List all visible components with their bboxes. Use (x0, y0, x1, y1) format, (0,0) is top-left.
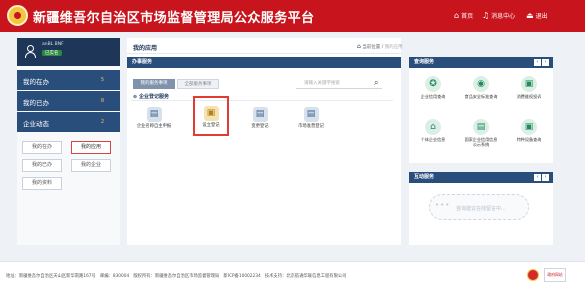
footer-copyright: 版权所有：新疆维吾尔自治区市场监督管理局 (133, 274, 220, 279)
market-license-icon: ▤ (303, 107, 319, 122)
tab-all-services[interactable]: 全部服务事项 (177, 79, 219, 89)
message-center-label: 消息中心 (491, 13, 516, 20)
service-name-declaration[interactable]: ▤ 企业名称自主申报 (136, 104, 172, 144)
query-label: 企业信用查询 (420, 94, 446, 99)
party-emblem-icon[interactable] (527, 269, 539, 281)
breadcrumb-home[interactable]: 当前位置 (362, 45, 380, 50)
breadcrumb-current: 我的应用 (384, 45, 403, 50)
individual-business-icon: ⌂ (425, 119, 441, 135)
national-credit-icon: ▤ (473, 119, 489, 135)
stat-label: 我的已办 (23, 99, 49, 107)
interactive-panel: 互动服务 ‹ › ••• 咨询建议在线留言中... (409, 172, 553, 245)
panel-title: 查询服务 (409, 57, 553, 68)
credit-query-icon: ✪ (425, 76, 441, 92)
verified-badge: 已实名 (42, 50, 62, 56)
main-content: 我的应用 办事服务 我的服务事项 全部服务事项 请输入关键字搜索 ⌕ ⊖ 企业登… (127, 38, 401, 245)
logout-link[interactable]: ⏏ 退出 (526, 11, 548, 20)
footer-support: 技术支持：北京航通华联信息工程有限公司 (264, 274, 347, 279)
name-declaration-icon: ▤ (146, 107, 162, 122)
query-item[interactable]: ▤ 国家企业信用信息公示系统 (464, 119, 498, 155)
stat-label: 企业动态 (23, 120, 49, 128)
query-item[interactable]: ▣ 消费维权投诉 (512, 76, 546, 112)
logout-label: 退出 (535, 13, 548, 20)
breadcrumb-separator: / (381, 45, 384, 50)
bell-icon: ♫ (482, 10, 490, 20)
query-label: 国家企业信用信息公示系统 (464, 137, 498, 147)
group-divider (131, 100, 393, 101)
breadcrumb: ⌂ 当前位置 / 我的应用 (357, 43, 403, 50)
service-label: 企业名称自主申报 (136, 124, 172, 129)
home-icon: ⌂ (454, 10, 460, 20)
panel-pager: ‹ › (534, 59, 549, 66)
footer-address: 地址：新疆维吾尔自治区天山区新华南路167号 (6, 274, 96, 279)
my-completed-button[interactable]: 我的已办 (22, 159, 62, 172)
next-arrow-icon[interactable]: › (542, 59, 549, 66)
service-label: 设立登记 (202, 123, 220, 128)
chat-icon: ••• (435, 201, 451, 209)
special-equipment-icon: ▣ (521, 119, 537, 135)
footer-text: 地址：新疆维吾尔自治区天山区新华南路167号 邮编：830004 版权所有：新疆… (6, 273, 346, 279)
footer-icp[interactable]: 新ICP备10002234 (223, 274, 260, 279)
group-title: ⊖ 企业登记服务 (133, 93, 169, 100)
my-enterprise-button[interactable]: 我的企业 (71, 159, 111, 172)
user-profile: anBL BNF 已实名 (17, 38, 120, 66)
panel-pager: ‹ › (534, 174, 549, 181)
logout-icon: ⏏ (526, 10, 534, 20)
query-item[interactable]: ▣ 特种设备查询 (512, 119, 546, 155)
emblem-icon (7, 5, 28, 26)
stat-label: 我的在办 (23, 78, 49, 86)
stat-count: 2 (100, 119, 104, 125)
service-label: 变更登记 (251, 124, 269, 129)
stat-completed[interactable]: 我的已办 8 (17, 91, 120, 111)
service-label: 市场准营登记 (298, 124, 324, 129)
food-safety-icon: ◉ (473, 76, 489, 92)
stat-in-progress[interactable]: 我的在办 5 (17, 70, 120, 90)
stat-count: 5 (100, 77, 104, 83)
search-icon[interactable]: ⌕ (374, 78, 384, 88)
site-title: 新疆维吾尔自治区市场监督管理局公众服务平台 (33, 11, 315, 26)
stat-count: 8 (100, 98, 104, 104)
top-header: 新疆维吾尔自治区市场监督管理局公众服务平台 ⌂ 首页 ♫ 消息中心 ⏏ 退出 (0, 0, 585, 32)
query-item[interactable]: ✪ 企业信用查询 (416, 76, 450, 112)
service-establishment[interactable]: ▣ 设立登记 (193, 96, 229, 136)
change-registration-icon: ▤ (252, 107, 268, 122)
footer: 地址：新疆维吾尔自治区天山区新华南路167号 邮编：830004 版权所有：新疆… (0, 261, 585, 289)
stat-enterprise-news[interactable]: 企业动态 2 (17, 112, 120, 132)
prev-arrow-icon[interactable]: ‹ (534, 59, 541, 66)
home-link[interactable]: ⌂ 首页 (454, 11, 473, 20)
my-in-progress-button[interactable]: 我的在办 (22, 141, 62, 154)
gov-site-badge[interactable]: 政府网站 (544, 268, 566, 282)
my-apps-button[interactable]: 我的应用 (71, 141, 111, 154)
home-label: 首页 (461, 13, 474, 20)
query-label: 消费维权投诉 (516, 94, 542, 99)
page-title: 我的应用 (133, 45, 158, 52)
panel-title: 互动服务 (409, 172, 553, 183)
query-item[interactable]: ◉ 食品安全标准查询 (464, 76, 498, 112)
prev-arrow-icon[interactable]: ‹ (534, 174, 541, 181)
message-placeholder: 咨询建议在线留言中... (456, 206, 506, 212)
username: anBL BNF (42, 42, 64, 47)
footer-postcode: 邮编：830004 (99, 274, 130, 279)
query-item[interactable]: ⌂ 个体企业信息 (416, 119, 450, 155)
user-icon (25, 45, 36, 58)
service-change-registration[interactable]: ▤ 变更登记 (242, 104, 278, 144)
consumer-complaint-icon: ▣ (521, 76, 537, 92)
query-label: 特种设备查询 (516, 137, 542, 142)
query-label: 个体企业信息 (420, 137, 446, 142)
section-title: 办事服务 (127, 57, 401, 68)
my-profile-button[interactable]: 我的资料 (22, 177, 62, 190)
sidebar: anBL BNF 已实名 我的在办 5 我的已办 8 企业动态 2 我的在办 我… (17, 38, 120, 245)
query-label: 食品安全标准查询 (464, 94, 498, 99)
query-panel: 查询服务 ‹ › ✪ 企业信用查询 ◉ 食品安全标准查询 ▣ 消费维权投诉 ⌂ … (409, 57, 553, 163)
next-arrow-icon[interactable]: › (542, 174, 549, 181)
home-icon[interactable]: ⌂ (357, 43, 361, 50)
establishment-icon: ▣ (203, 106, 219, 121)
tab-my-services[interactable]: 我的服务事项 (133, 79, 175, 89)
message-center-link[interactable]: ♫ 消息中心 (482, 11, 515, 20)
search-input[interactable]: 请输入关键字搜索 (296, 79, 382, 89)
message-bubble[interactable]: ••• 咨询建议在线留言中... (429, 194, 529, 220)
service-market-license[interactable]: ▤ 市场准营登记 (293, 104, 329, 144)
